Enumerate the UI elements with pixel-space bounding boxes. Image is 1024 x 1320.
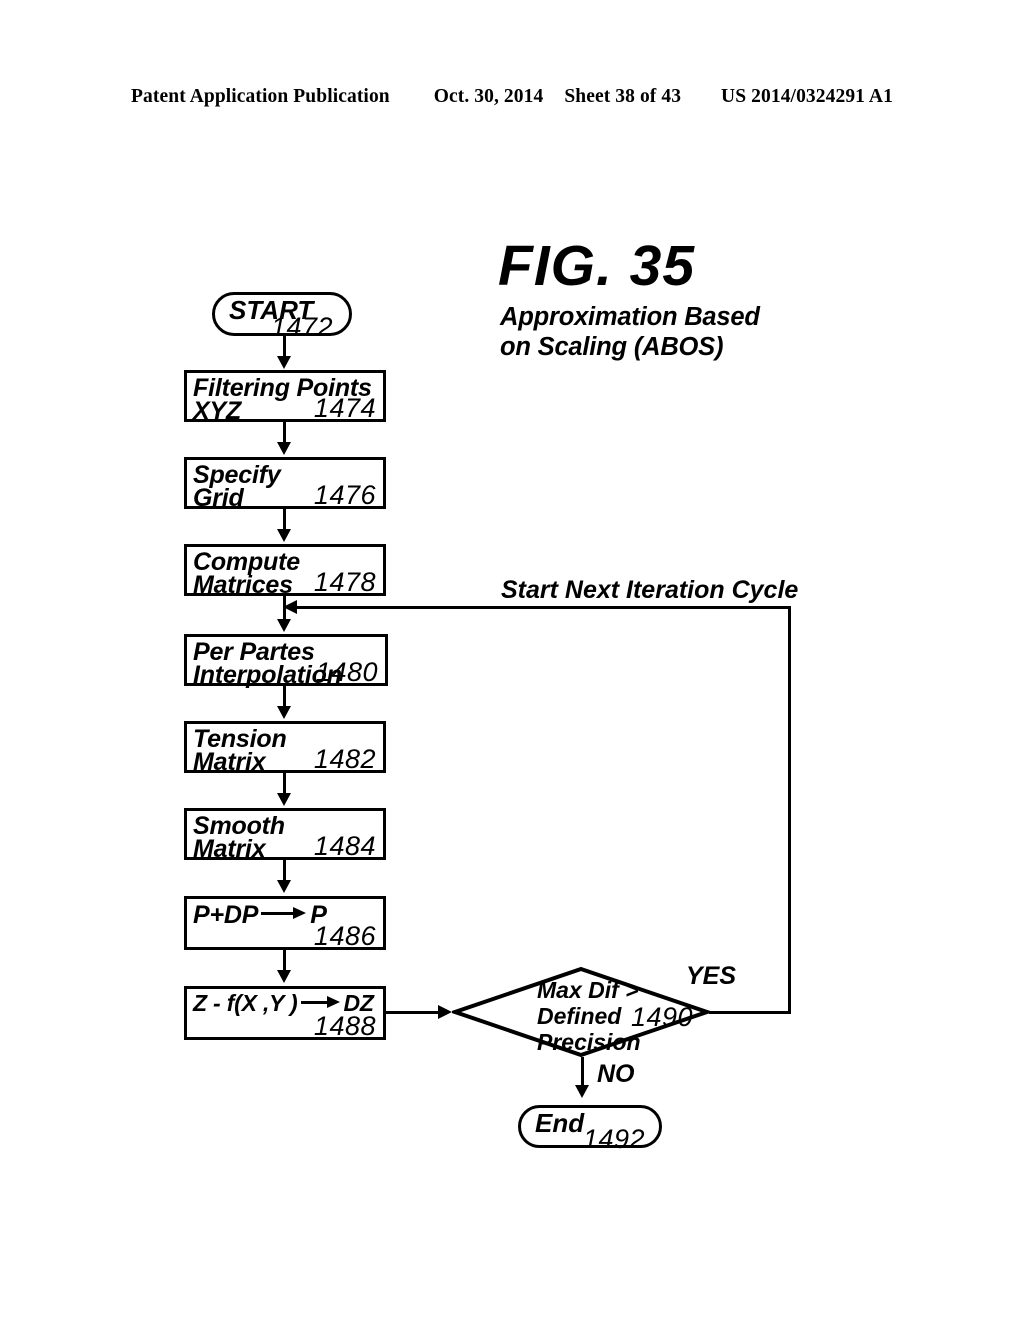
arrowhead-1480-to-1482 [277,706,291,719]
end-ref: 1492 [583,1124,646,1154]
node-1486-ref: 1486 [313,921,376,951]
decision-no-label: NO [597,1060,635,1088]
node-1478-line2: Matrices [193,571,293,599]
flow-node-per-partes-interpolation: Per Partes Interpolation 1480 [184,634,388,688]
flow-node-end: End 1492 [518,1105,662,1154]
flow-node-p-plus-dp: P+DP P 1486 [184,896,386,950]
arrowhead-1488-to-decision [438,1005,452,1019]
arrowhead-1482-to-1484 [277,793,291,806]
connector-1488-to-decision [386,1011,440,1014]
node-1484-ref: 1484 [313,831,376,861]
start-ref: 1472 [271,312,334,342]
end-label: End [535,1108,585,1138]
figure-subtitle-line2: on Scaling (ABOS) [500,333,724,362]
arrowhead-1478-to-1480 [277,619,291,632]
arrowhead-decision-to-end [575,1085,589,1098]
header-date: Oct. 30, 2014 [433,86,544,107]
node-1488-operand-left: Z - f(X ,Y ) [193,990,298,1016]
decision-yes-label: YES [686,962,737,990]
node-1474-ref: 1474 [313,393,376,423]
loop-vertical-segment [788,606,791,1014]
node-1488-ref: 1488 [313,1011,376,1041]
flow-node-smooth-matrix: Smooth Matrix 1484 [184,808,386,863]
decision-line1: Max Dif > [537,977,639,1003]
decision-line2: Defined [537,1002,622,1029]
node-1482-ref: 1482 [313,744,376,774]
loop-label-start-next-iteration-cycle: Start Next Iteration Cycle [501,576,799,604]
loop-yes-segment [709,1011,791,1014]
flow-node-tension-matrix: Tension Matrix 1482 [184,721,386,776]
decision-ref: 1490 [631,1002,694,1032]
page-header: Patent Application Publication Oct. 30, … [0,86,1024,108]
figure-title: FIG. 35 [498,234,696,298]
node-1474-line2: XYZ [193,397,242,425]
arrowhead-1486-to-1488 [277,970,291,983]
arrowhead-1476-to-1478 [277,529,291,542]
arrowhead-1474-to-1476 [277,442,291,455]
decision-text: Max Dif > Defined Precision [537,977,641,1055]
arrowhead-start-to-1474 [277,356,291,369]
node-1476-line2: Grid [193,484,244,512]
arrowhead-loop-merge [283,600,297,614]
flow-node-specify-grid: Specify Grid 1476 [184,457,386,512]
flow-node-compute-matrices: Compute Matrices 1478 [184,544,386,599]
figure-subtitle-line1: Approximation Based [500,303,760,331]
flow-node-filtering-points: Filtering Points XYZ 1474 [184,370,386,425]
figure-subtitle: Approximation Based on Scaling (ABOS) [500,302,830,362]
assignment-arrow-icon [261,907,307,920]
assignment-arrow-icon [300,995,341,1008]
header-publication: Patent Application Publication [131,86,390,107]
node-1484-line2: Matrix [193,835,266,863]
loop-horizontal-segment [295,606,791,609]
node-1476-ref: 1476 [313,480,376,510]
header-sheet: Sheet 38 of 43 [564,86,682,107]
node-1478-ref: 1478 [313,567,376,597]
node-1482-line2: Matrix [193,748,266,776]
node-1480-ref: 1480 [315,657,378,687]
node-1486-expression: P+DP P [193,902,327,928]
decision-line3: Precision [537,1028,641,1055]
arrowhead-1484-to-1486 [277,880,291,893]
flow-node-start: START 1472 [212,292,352,342]
header-patent-number: US 2014/0324291 A1 [721,86,893,107]
flow-node-compute-dz: Z - f(X ,Y ) DZ 1488 [184,986,386,1040]
node-1486-operand-left: P+DP [193,901,259,929]
